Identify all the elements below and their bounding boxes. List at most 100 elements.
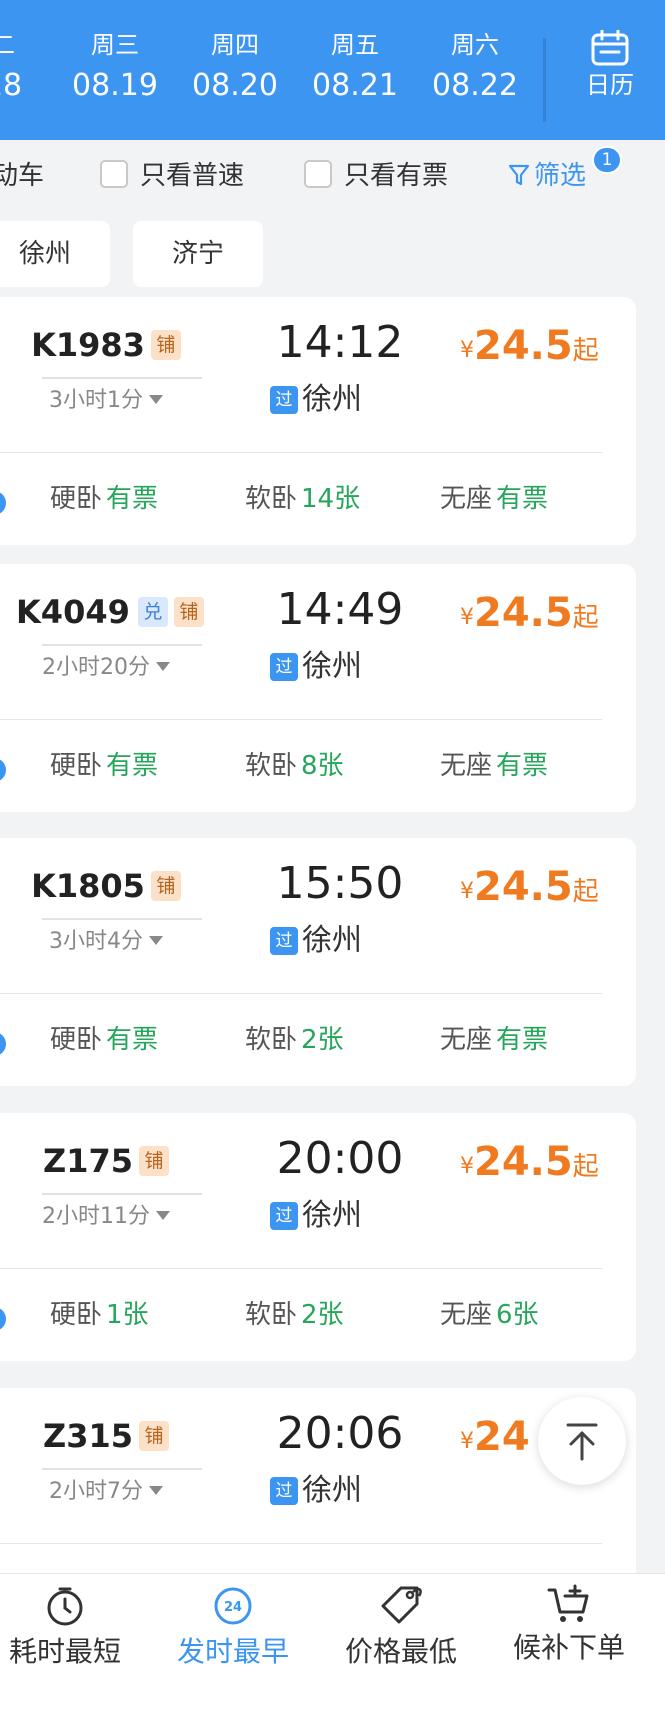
duration-toggle[interactable]: 3小时1分 <box>16 383 196 419</box>
divider <box>42 1468 202 1470</box>
price: ¥24.5起 <box>460 321 599 371</box>
clock-24-icon: 24 <box>214 1587 252 1625</box>
station-name: 徐州 <box>302 1473 362 1508</box>
price-amount: 24.5 <box>474 1139 573 1185</box>
train-card[interactable]: Z175 铺 2小时11分 20:00 过徐州 ¥24.5起 硬卧 1张 软卧 2张 … <box>0 1113 636 1361</box>
duration-toggle[interactable]: 2小时20分 <box>16 650 196 686</box>
train-card[interactable]: K4049 兑铺 2小时20分 14:49 过徐州 ¥24.5起 硬卧 有票 软卧 8… <box>0 564 636 812</box>
only-normal-label[interactable]: 只看普速 <box>140 158 244 194</box>
price-amount: 24.5 <box>474 323 573 369</box>
filter-count-badge: 1 <box>592 146 622 174</box>
weekday-label: 周三 <box>91 31 139 59</box>
duration-toggle[interactable]: 3小时4分 <box>16 924 196 960</box>
seat-name: 软卧 <box>245 1300 298 1330</box>
date-tab-friday[interactable]: 周五 08.21 <box>300 28 410 108</box>
filter-button[interactable]: 筛选 <box>508 158 586 194</box>
train-number: K1805 <box>31 867 145 905</box>
price: ¥24 <box>460 1412 530 1462</box>
tab-label: 候补下单 <box>512 1631 625 1664</box>
calendar-icon <box>591 30 629 66</box>
berth-tag: 铺 <box>150 330 181 360</box>
station-chip-jining[interactable]: 济宁 <box>133 221 263 287</box>
date-tab-thursday[interactable]: 周四 08.20 <box>180 28 290 108</box>
seat-name: 无座 <box>440 1300 493 1330</box>
station-name: 徐州 <box>302 923 362 958</box>
depart-time: 14:49 <box>276 584 404 635</box>
train-card[interactable]: K1805 铺 3小时4分 15:50 过徐州 ¥24.5起 硬卧 有票 软卧 2张 … <box>0 838 636 1086</box>
tab-shortest-duration[interactable]: 耗时最短 <box>0 1584 148 1672</box>
date-label: 08.20 <box>192 68 278 103</box>
back-to-top-button[interactable] <box>538 1397 626 1485</box>
train-card[interactable]: K1983 铺 3小时1分 14:12 过徐州 ¥24.5起 硬卧 有票 软卧 14张… <box>0 297 636 545</box>
calendar-button[interactable]: 日历 <box>560 30 660 102</box>
duration-text: 2小时20分 <box>42 655 150 680</box>
seat-availability: 1张 <box>106 1300 149 1330</box>
filter-option-emu[interactable]: 动车 <box>0 158 44 194</box>
pass-tag: 过 <box>270 386 298 414</box>
tab-earliest-departure[interactable]: 24 发时最早 <box>150 1584 316 1672</box>
seat-availability: 14张 <box>301 484 361 514</box>
train-number: K1983 <box>31 326 145 364</box>
station-chip-xuzhou[interactable]: 徐州 <box>0 221 110 287</box>
caret-down-icon <box>156 1211 170 1220</box>
only-normal-checkbox[interactable] <box>100 160 128 188</box>
duration-toggle[interactable]: 2小时11分 <box>16 1199 196 1235</box>
date-tab-tuesday[interactable]: 二 18 <box>0 28 58 108</box>
seat-indicator <box>0 758 6 782</box>
exchange-tag: 兑 <box>137 597 168 627</box>
sort-tab-bar: 耗时最短 24 发时最早 价格最低 候补下单 <box>0 1573 665 1732</box>
seat-indicator <box>0 1307 6 1331</box>
seat-availability: 有票 <box>496 484 549 514</box>
only-available-checkbox[interactable] <box>304 160 332 188</box>
date-label: 18 <box>0 68 23 103</box>
pass-tag: 过 <box>270 653 298 681</box>
weekday-label: 周四 <box>211 31 259 59</box>
train-code-group: Z315 铺 <box>16 1414 196 1458</box>
cart-plus-icon <box>547 1584 589 1622</box>
seat-soft-sleeper: 软卧 14张 <box>245 481 360 517</box>
seat-name: 硬卧 <box>50 1300 103 1330</box>
seat-name: 软卧 <box>245 751 298 781</box>
seat-availability: 有票 <box>496 1025 549 1055</box>
price: ¥24.5起 <box>460 1137 599 1187</box>
pass-tag: 过 <box>270 1202 298 1230</box>
currency-symbol: ¥ <box>460 605 474 630</box>
tab-lowest-price[interactable]: 价格最低 <box>318 1584 484 1672</box>
date-tab-wednesday[interactable]: 周三 08.19 <box>60 28 170 108</box>
station-info: 过徐州 <box>270 646 430 688</box>
weekday-label: 二 <box>0 31 15 59</box>
price-tag-icon <box>381 1586 422 1624</box>
price-suffix: 起 <box>572 336 599 366</box>
clock-badge: 24 <box>224 1600 242 1615</box>
currency-symbol: ¥ <box>460 1429 474 1454</box>
seat-soft-sleeper: 软卧 2张 <box>245 1297 344 1333</box>
station-name: 徐州 <box>302 1198 362 1233</box>
seat-no-seat: 无座 有票 <box>440 1022 548 1058</box>
price-amount: 24.5 <box>474 590 573 636</box>
currency-symbol: ¥ <box>460 879 474 904</box>
funnel-icon <box>508 164 530 186</box>
calendar-label: 日历 <box>586 71 634 99</box>
only-available-label[interactable]: 只看有票 <box>344 158 448 194</box>
date-tab-saturday[interactable]: 周六 08.22 <box>420 28 530 108</box>
caret-down-icon <box>149 1486 163 1495</box>
duration-toggle[interactable]: 2小时7分 <box>16 1474 196 1510</box>
depart-time: 20:00 <box>276 1133 404 1184</box>
seat-availability: 有票 <box>106 1025 159 1055</box>
station-name: 徐州 <box>302 382 362 417</box>
train-card[interactable]: Z315 铺 2小时7分 20:06 过徐州 ¥24 <box>0 1388 636 1588</box>
seat-name: 硬卧 <box>50 751 103 781</box>
stopwatch-icon <box>47 1587 83 1626</box>
arrow-up-icon <box>566 1423 598 1461</box>
seat-name: 无座 <box>440 751 493 781</box>
tab-label: 发时最早 <box>176 1635 289 1668</box>
price-suffix: 起 <box>572 603 599 633</box>
weekday-label: 周五 <box>331 31 379 59</box>
duration-text: 2小时7分 <box>49 1479 143 1504</box>
price-suffix: 起 <box>572 877 599 907</box>
tab-waitlist-order[interactable]: 候补下单 <box>486 1584 652 1668</box>
berth-tag: 铺 <box>173 597 204 627</box>
card-separator <box>0 719 602 720</box>
train-number: K4049 <box>16 593 130 631</box>
caret-down-icon <box>149 936 163 945</box>
